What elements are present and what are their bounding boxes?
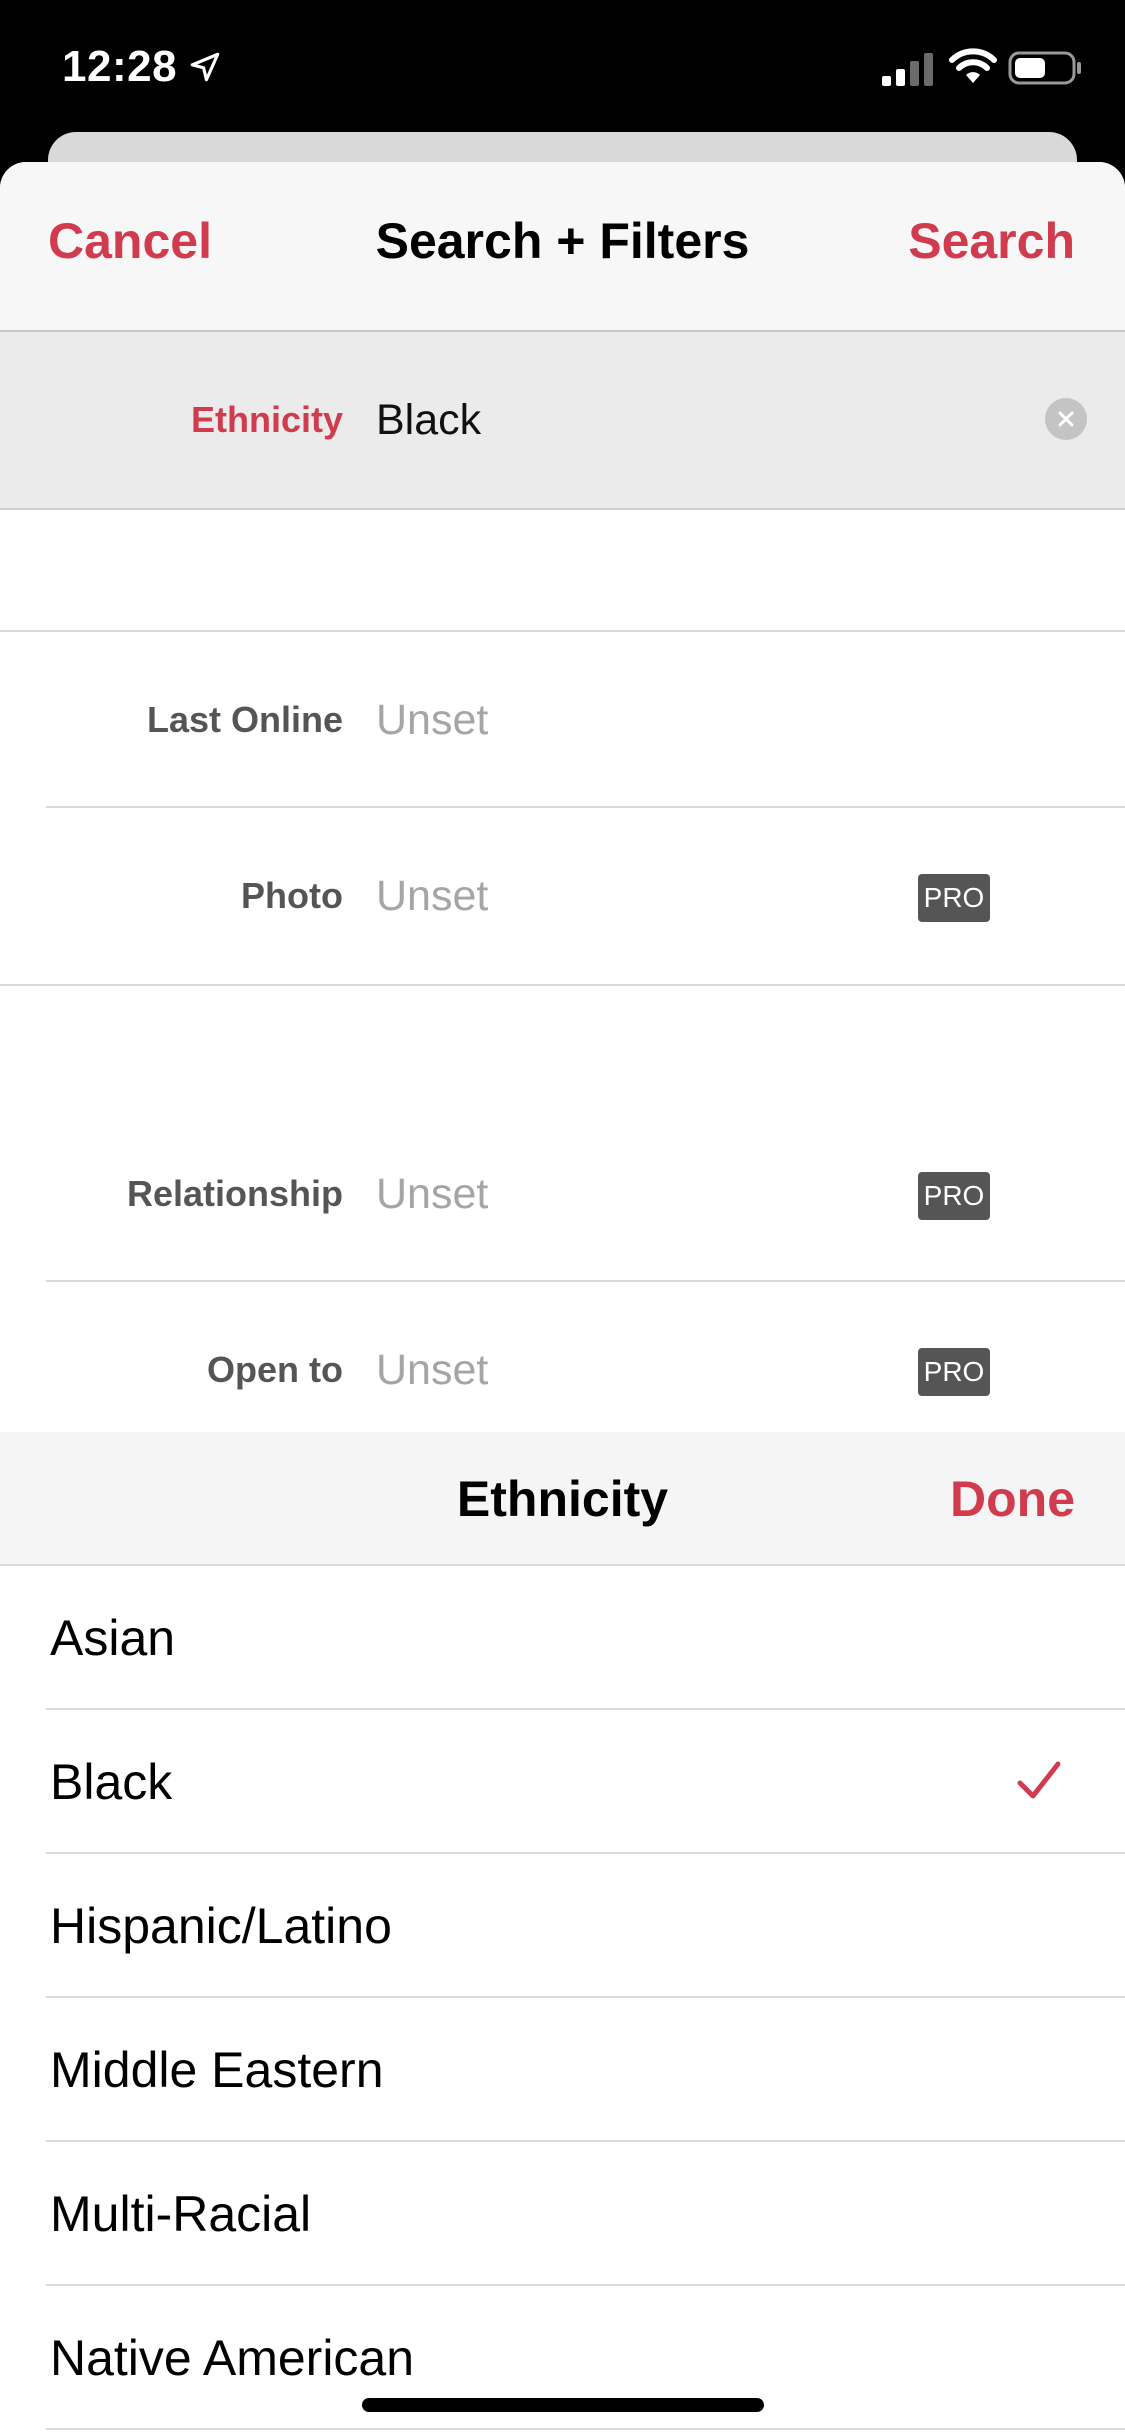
filter-value-photo: Unset [376, 871, 489, 920]
option-hispanic-latino[interactable]: Hispanic/Latino [0, 1854, 1125, 1998]
done-button[interactable]: Done [950, 1470, 1075, 1528]
filter-row-open-to[interactable]: Open to Unset PRO [0, 1282, 1125, 1432]
filter-row-ethnicity[interactable]: Ethnicity Black [0, 332, 1125, 510]
cellular-signal-icon [882, 53, 933, 86]
status-bar: 12:28 [0, 0, 1125, 135]
wifi-icon [949, 48, 997, 83]
section-spacer [0, 510, 1125, 632]
location-arrow-icon [190, 52, 220, 82]
filter-label-photo: Photo [241, 875, 343, 916]
option-black[interactable]: Black [0, 1710, 1125, 1854]
option-label: Middle Eastern [50, 2042, 384, 2098]
option-asian[interactable]: Asian [0, 1566, 1125, 1710]
filter-row-relationship[interactable]: Relationship Unset PRO [0, 1106, 1125, 1282]
filter-value-last-online: Unset [376, 695, 489, 744]
filter-label-last-online: Last Online [146, 699, 343, 740]
battery-icon [1008, 51, 1081, 85]
option-label: Native American [50, 2330, 415, 2386]
filter-row-last-online[interactable]: Last Online Unset [0, 632, 1125, 808]
clear-icon[interactable] [1045, 398, 1087, 440]
filter-value-relationship: Unset [376, 1169, 489, 1218]
divider [46, 2428, 1125, 2430]
search-filters-sheet: Cancel Search + Filters Search Ethnicity… [0, 162, 1125, 2436]
pro-badge: PRO [918, 874, 990, 922]
filter-row-photo[interactable]: Photo Unset PRO [0, 808, 1125, 984]
pro-badge: PRO [918, 1348, 990, 1396]
pro-badge: PRO [918, 1172, 990, 1220]
option-label: Hispanic/Latino [50, 1898, 392, 1954]
filter-label-relationship: Relationship [126, 1173, 343, 1214]
home-indicator[interactable] [362, 2398, 764, 2412]
filter-value-ethnicity: Black [376, 395, 482, 444]
search-button[interactable]: Search [908, 212, 1075, 270]
option-multi-racial[interactable]: Multi-Racial [0, 2142, 1125, 2286]
checkmark-icon [1017, 1761, 1061, 1799]
section-spacer [0, 984, 1125, 1108]
option-label: Multi-Racial [50, 2186, 312, 2242]
filter-label-ethnicity: Ethnicity [190, 399, 343, 440]
status-time: 12:28 [62, 42, 178, 91]
nav-bar: Cancel Search + Filters Search [0, 162, 1125, 332]
option-label: Black [50, 1754, 173, 1810]
picker-header: Ethnicity Done [0, 1432, 1125, 1566]
option-label: Asian [50, 1610, 176, 1666]
option-middle-eastern[interactable]: Middle Eastern [0, 1998, 1125, 2142]
